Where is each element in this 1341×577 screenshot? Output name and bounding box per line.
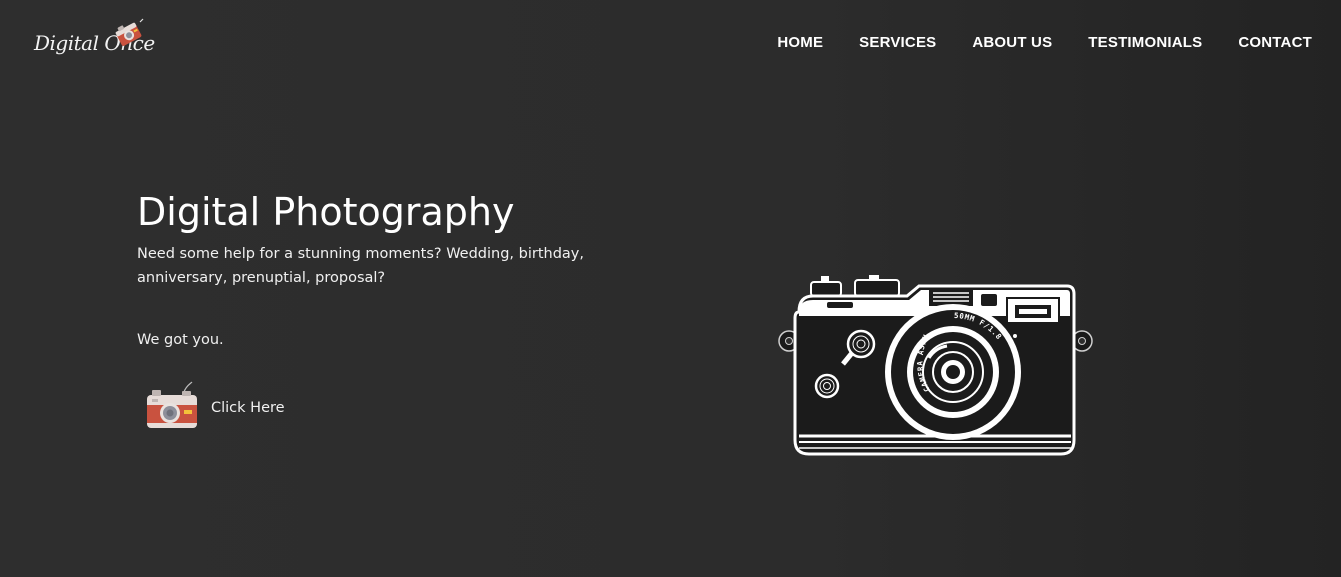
nav-testimonials[interactable]: TESTIMONIALS: [1088, 34, 1202, 51]
camera-icon: [146, 378, 198, 434]
camera-icon: [112, 18, 146, 52]
hero-section: Digital Photography Need some help for a…: [137, 186, 677, 352]
nav-services[interactable]: SERVICES: [859, 34, 936, 51]
hero-title: Digital Photography: [137, 190, 515, 234]
click-here-button[interactable]: Click Here: [146, 378, 285, 434]
nav-contact[interactable]: CONTACT: [1238, 34, 1312, 51]
vintage-camera-illustration: CAMERA ASPHERICAL LENS 50MM F/1.8: [774, 265, 1093, 462]
hero-tagline: We got you.: [137, 332, 224, 348]
site-header: Digital Once HOME SERVICES ABOUT US TEST…: [0, 0, 1341, 86]
nav-about-us[interactable]: ABOUT US: [972, 34, 1052, 51]
click-here-label: Click Here: [211, 400, 285, 416]
nav-home[interactable]: HOME: [777, 34, 823, 51]
main-nav: HOME SERVICES ABOUT US TESTIMONIALS CONT…: [777, 34, 1312, 51]
site-logo[interactable]: Digital Once: [34, 18, 155, 62]
hero-description: Need some help for a stunning moments? W…: [137, 246, 585, 286]
